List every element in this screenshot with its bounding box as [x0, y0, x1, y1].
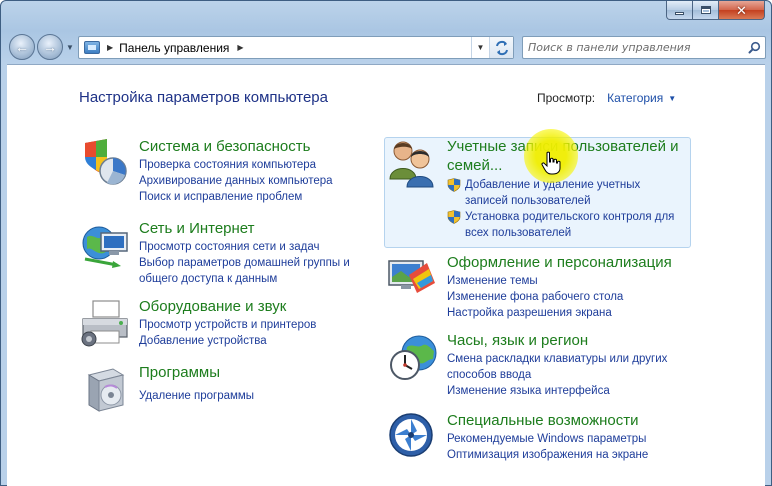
recent-pages-dropdown[interactable]: ▼ [66, 43, 74, 52]
uac-shield-icon [447, 178, 461, 192]
view-dropdown[interactable]: Категория [607, 91, 663, 105]
maximize-button[interactable] [693, 1, 719, 20]
link-screen-resolution[interactable]: Настройка разрешения экрана [447, 305, 687, 321]
link-change-desktop-background[interactable]: Изменение фона рабочего стола [447, 289, 687, 305]
programs-box-icon[interactable] [79, 363, 131, 415]
navigation-buttons: ← → ▼ [9, 34, 74, 60]
refresh-icon [495, 40, 508, 55]
link-change-display-language[interactable]: Изменение языка интерфейса [447, 383, 687, 399]
breadcrumb-chevron-icon[interactable]: ▶ [237, 43, 243, 52]
page-title: Настройка параметров компьютера [79, 89, 328, 106]
category-title[interactable]: Сеть и Интернет [139, 219, 379, 238]
chevron-down-icon[interactable]: ▼ [668, 94, 676, 103]
clock-globe-icon[interactable] [387, 331, 439, 383]
network-globe-icon[interactable] [79, 219, 131, 271]
link-troubleshoot[interactable]: Поиск и исправление проблем [139, 189, 379, 205]
category-title[interactable]: Программы [139, 363, 379, 382]
search-icon[interactable] [743, 37, 765, 58]
address-bar[interactable]: ▶ Панель управления ▶ ▼ [78, 36, 514, 59]
back-arrow-icon: ← [15, 39, 29, 55]
shield-pie-icon[interactable] [79, 137, 131, 189]
control-panel-icon [84, 41, 100, 54]
breadcrumb-chevron-icon[interactable]: ▶ [107, 43, 113, 52]
forward-arrow-icon: → [43, 39, 57, 55]
close-icon: ✕ [736, 2, 747, 18]
close-button[interactable]: ✕ [719, 1, 765, 20]
link-devices-printers[interactable]: Просмотр устройств и принтеров [139, 317, 379, 333]
uac-shield-icon [447, 210, 461, 224]
minimize-button[interactable] [666, 1, 693, 20]
link-homegroup-options[interactable]: Выбор параметров домашней группы и общег… [139, 255, 371, 287]
link-change-keyboard-input[interactable]: Смена раскладки клавиатуры или других сп… [447, 351, 687, 383]
users-icon[interactable] [387, 137, 439, 189]
breadcrumb-control-panel[interactable]: Панель управления [119, 41, 229, 55]
window-controls: ✕ [666, 1, 765, 20]
link-add-device[interactable]: Добавление устройства [139, 333, 379, 349]
link-parental-controls[interactable]: Установка родительского контроля для все… [447, 209, 683, 241]
link-add-remove-accounts[interactable]: Добавление и удаление учетных записей по… [447, 177, 683, 209]
category-title[interactable]: Часы, язык и регион [447, 331, 687, 350]
maximize-icon [700, 6, 711, 14]
category-title[interactable]: Специальные возможности [447, 411, 687, 430]
search-box[interactable] [522, 36, 766, 59]
forward-button[interactable]: → [37, 34, 63, 60]
search-input[interactable] [528, 38, 743, 57]
link-check-computer-status[interactable]: Проверка состояния компьютера [139, 157, 379, 173]
link-change-theme[interactable]: Изменение темы [447, 273, 687, 289]
link-optimize-display[interactable]: Оптимизация изображения на экране [447, 447, 687, 463]
chevron-down-icon: ▼ [476, 43, 485, 52]
monitor-palette-icon[interactable] [387, 253, 439, 305]
address-dropdown-button[interactable]: ▼ [471, 37, 489, 58]
category-title[interactable]: Система и безопасность [139, 137, 379, 156]
back-button[interactable]: ← [9, 34, 35, 60]
category-title[interactable]: Оборудование и звук [139, 297, 379, 316]
link-network-status[interactable]: Просмотр состояния сети и задач [139, 239, 379, 255]
accessibility-icon[interactable] [387, 411, 439, 463]
link-backup-computer[interactable]: Архивирование данных компьютера [139, 173, 379, 189]
view-label: Просмотр: [537, 91, 596, 105]
content-area: Настройка параметров компьютера Просмотр… [7, 64, 765, 486]
link-recommended-settings[interactable]: Рекомендуемые Windows параметры [447, 431, 687, 447]
view-selector: Просмотр: Категория ▼ [537, 91, 676, 105]
minimize-icon [675, 11, 684, 15]
refresh-button[interactable] [489, 37, 513, 58]
link-uninstall-program[interactable]: Удаление программы [139, 388, 379, 404]
hand-cursor-icon [541, 151, 561, 175]
category-title[interactable]: Оформление и персонализация [447, 253, 687, 272]
printer-icon[interactable] [79, 297, 131, 349]
